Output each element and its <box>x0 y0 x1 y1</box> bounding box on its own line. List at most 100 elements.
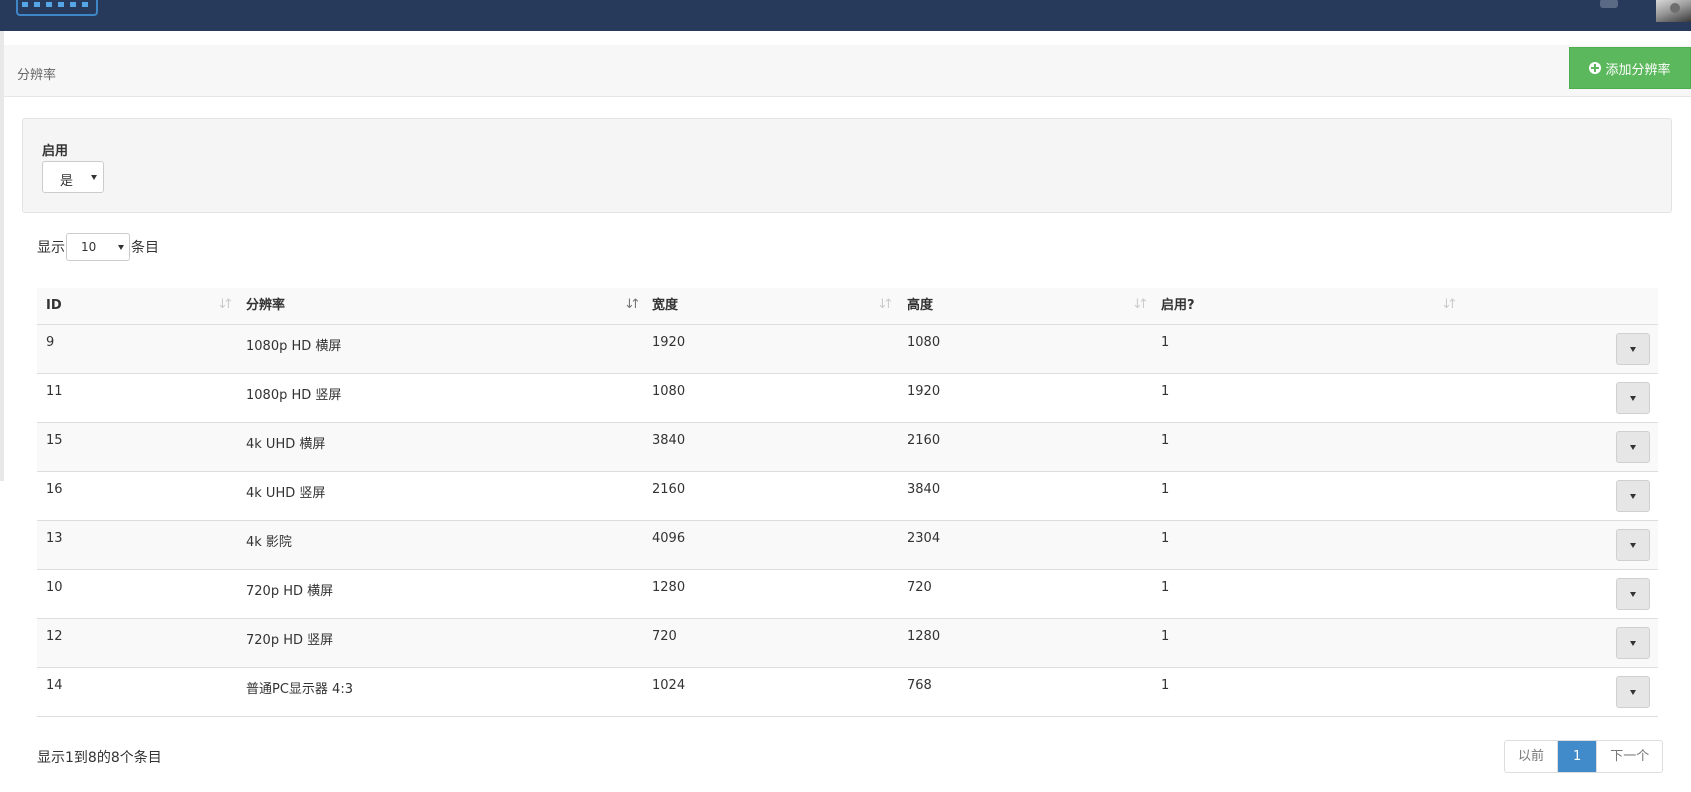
cell-width: 4096 <box>652 531 686 546</box>
cell-width: 3840 <box>652 433 686 448</box>
sidebar-edge <box>0 31 4 481</box>
row-action-button[interactable] <box>1616 578 1650 610</box>
next-page-button[interactable]: 下一个 <box>1597 741 1662 772</box>
caret-down-icon <box>1630 396 1636 401</box>
cell-id: 10 <box>46 580 63 595</box>
cell-enabled: 1 <box>1161 678 1170 693</box>
cell-id: 9 <box>46 335 55 350</box>
cell-enabled: 1 <box>1161 580 1170 595</box>
sort-icon[interactable] <box>877 297 894 314</box>
cell-height: 2160 <box>907 433 941 448</box>
cell-enabled: 1 <box>1161 629 1170 644</box>
caret-down-icon <box>1630 543 1636 548</box>
enabled-filter-value: 是 <box>60 174 74 189</box>
page-length-value: 10 <box>81 240 97 254</box>
cell-id: 14 <box>46 678 63 693</box>
cell-width: 1024 <box>652 678 686 693</box>
cell-width: 720 <box>652 629 677 644</box>
col-header-height[interactable]: 高度 <box>907 288 933 324</box>
caret-down-icon <box>1630 592 1636 597</box>
cell-width: 2160 <box>652 482 686 497</box>
cell-id: 12 <box>46 629 63 644</box>
row-action-button[interactable] <box>1616 480 1650 512</box>
sort-icon[interactable] <box>217 297 234 314</box>
cell-resolution: 4k 影院 <box>246 535 292 550</box>
add-resolution-label: 添加分辨率 <box>1605 62 1671 78</box>
page-header: 分辨率 <box>4 45 1691 97</box>
cell-resolution: 720p HD 横屏 <box>246 584 334 599</box>
row-action-button[interactable] <box>1616 676 1650 708</box>
cell-width: 1280 <box>652 580 686 595</box>
cell-resolution: 4k UHD 横屏 <box>246 437 326 452</box>
enabled-filter-select[interactable]: 是 <box>42 161 104 193</box>
row-action-button[interactable] <box>1616 431 1650 463</box>
cell-enabled: 1 <box>1161 482 1170 497</box>
row-action-button[interactable] <box>1616 627 1650 659</box>
cell-width: 1920 <box>652 335 686 350</box>
page-1-button[interactable]: 1 <box>1558 741 1598 772</box>
table-row: 10 720p HD 横屏 1280 720 1 <box>37 570 1658 619</box>
cell-enabled: 1 <box>1161 335 1170 350</box>
table-row: 14 普通PC显示器 4:3 1024 768 1 <box>37 668 1658 717</box>
sort-asc-icon[interactable] <box>624 297 641 314</box>
logo[interactable] <box>16 0 98 16</box>
add-resolution-button[interactable]: 添加分辨率 <box>1569 47 1691 89</box>
cell-id: 16 <box>46 482 63 497</box>
chevron-down-icon <box>91 175 97 180</box>
sort-icon[interactable] <box>1132 297 1149 314</box>
cell-resolution: 普通PC显示器 4:3 <box>246 682 353 697</box>
caret-down-icon <box>1630 494 1636 499</box>
caret-down-icon <box>1630 445 1636 450</box>
cell-height: 1080 <box>907 335 941 350</box>
plus-circle-icon <box>1589 62 1602 74</box>
caret-down-icon <box>1630 641 1636 646</box>
col-header-id[interactable]: ID <box>46 288 62 324</box>
prev-page-button[interactable]: 以前 <box>1505 741 1559 772</box>
cell-height: 2304 <box>907 531 941 546</box>
table-info: 显示1到8的8个条目 <box>37 750 162 766</box>
page-title: 分辨率 <box>17 68 57 83</box>
enabled-filter-label: 启用 <box>42 144 69 159</box>
cell-height: 1280 <box>907 629 941 644</box>
page-length-control: 显示 10 条目 <box>37 232 159 262</box>
table-row: 15 4k UHD 横屏 3840 2160 1 <box>37 423 1658 472</box>
length-suffix: 条目 <box>131 240 159 256</box>
row-action-button[interactable] <box>1616 333 1650 365</box>
col-header-resolution[interactable]: 分辨率 <box>246 288 285 324</box>
cell-resolution: 720p HD 竖屏 <box>246 633 334 648</box>
cell-resolution: 1080p HD 竖屏 <box>246 388 342 403</box>
cell-height: 720 <box>907 580 932 595</box>
row-action-button[interactable] <box>1616 529 1650 561</box>
cell-enabled: 1 <box>1161 384 1170 399</box>
table-row: 12 720p HD 竖屏 720 1280 1 <box>37 619 1658 668</box>
cell-height: 768 <box>907 678 932 693</box>
bell-icon[interactable] <box>1600 0 1618 8</box>
row-action-button[interactable] <box>1616 382 1650 414</box>
filter-panel: 启用 是 <box>22 118 1672 213</box>
table-header: ID 分辨率 宽度 高度 启用? <box>37 288 1658 325</box>
table-row: 9 1080p HD 横屏 1920 1080 1 <box>37 325 1658 374</box>
col-header-enabled[interactable]: 启用? <box>1161 288 1195 324</box>
cell-enabled: 1 <box>1161 433 1170 448</box>
sort-icon[interactable] <box>1441 297 1458 314</box>
table-body: 9 1080p HD 横屏 1920 1080 1 11 1080p HD 竖屏 1080 19… <box>37 325 1658 717</box>
length-prefix: 显示 <box>37 240 65 256</box>
cell-height: 1920 <box>907 384 941 399</box>
cell-resolution: 1080p HD 横屏 <box>246 339 342 354</box>
caret-down-icon <box>1630 690 1636 695</box>
col-header-width[interactable]: 宽度 <box>652 288 678 324</box>
cell-height: 3840 <box>907 482 941 497</box>
cell-resolution: 4k UHD 竖屏 <box>246 486 326 501</box>
table-row: 11 1080p HD 竖屏 1080 1920 1 <box>37 374 1658 423</box>
caret-down-icon <box>1630 347 1636 352</box>
cell-id: 11 <box>46 384 63 399</box>
table-row: 13 4k 影院 4096 2304 1 <box>37 521 1658 570</box>
chevron-down-icon <box>118 245 124 250</box>
page-length-select[interactable]: 10 <box>66 233 130 261</box>
cell-width: 1080 <box>652 384 686 399</box>
pagination: 以前 1 下一个 <box>1504 740 1664 773</box>
resolution-table: ID 分辨率 宽度 高度 启用? 91080p HD 横屏19201080111… <box>37 288 1658 717</box>
avatar[interactable] <box>1656 0 1691 22</box>
cell-enabled: 1 <box>1161 531 1170 546</box>
table-row: 16 4k UHD 竖屏 2160 3840 1 <box>37 472 1658 521</box>
